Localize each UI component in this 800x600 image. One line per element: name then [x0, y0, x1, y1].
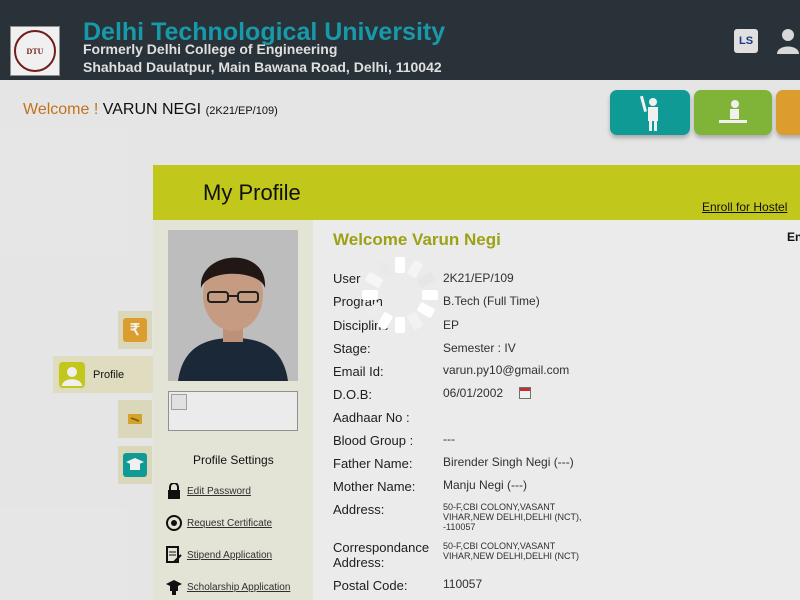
sidenav-fees[interactable]: ₹ — [118, 311, 152, 349]
field-value-mother-name: Manju Negi (---) — [443, 478, 528, 492]
sidenav-profile-label: Profile — [93, 368, 125, 381]
lock-icon — [165, 482, 183, 500]
ls-badge-icon[interactable]: LS — [734, 29, 758, 53]
flag-icon — [128, 414, 142, 424]
field-label-aadhaar: Aadhaar No : — [333, 410, 410, 425]
stipend-application-link[interactable]: Stipend Application — [165, 544, 272, 566]
university-address: Shahbad Daulatpur, Main Bawana Road, Del… — [83, 59, 442, 75]
scholarship-application-label: Scholarship Application — [187, 581, 291, 593]
field-label-user: User — [333, 271, 361, 286]
field-value-father-name: Birender Singh Negi (---) — [443, 455, 574, 469]
raise-hand-icon — [639, 95, 658, 131]
field-label-email: Email Id: — [333, 364, 384, 379]
field-label-stage: Stage: — [333, 341, 371, 356]
field-value-postal-code: 110057 — [443, 577, 483, 591]
field-value-dob: 06/01/2002 — [443, 386, 504, 400]
correspondence-label-line-1: Correspondance — [333, 540, 430, 555]
ls-badge-text: LS — [738, 35, 754, 47]
logo-text: DTU — [26, 46, 44, 56]
student-desk-icon — [719, 99, 747, 123]
welcome-prefix: Welcome ! — [23, 101, 99, 118]
user-account-icon[interactable] — [776, 26, 800, 54]
calendar-icon[interactable] — [519, 387, 531, 399]
graduation-cap-icon — [165, 578, 183, 596]
university-logo[interactable]: DTU — [10, 26, 60, 76]
field-value-program: B.Tech (Full Time) — [443, 294, 540, 308]
field-value-blood-group: --- — [443, 432, 455, 446]
field-label-father-name: Father Name: — [333, 456, 413, 471]
edit-password-label: Edit Password — [187, 485, 251, 497]
top-header: DTU Delhi Technological University Forme… — [0, 0, 800, 80]
logo-seal: DTU — [14, 30, 56, 72]
field-label-address: Address: — [333, 502, 385, 517]
field-value-correspondence: 50-F,CBI COLONY,VASANT VIHAR,NEW DELHI,D… — [443, 541, 579, 561]
tile-student-desk[interactable] — [694, 90, 772, 135]
field-label-dob: D.O.B: — [333, 387, 373, 402]
sidenav-academics[interactable] — [118, 446, 152, 484]
field-label-mother-name: Mother Name: — [333, 479, 416, 494]
portrait-image — [168, 230, 298, 381]
profile-greeting: Welcome Varun Negi — [333, 230, 501, 249]
broken-image-icon — [171, 394, 187, 410]
address-line-1: 50-F,CBI COLONY,VASANT — [443, 502, 556, 512]
enroll-hostel-link[interactable]: Enroll for Hostel — [702, 200, 787, 214]
sidenav-notices[interactable] — [118, 400, 152, 438]
field-value-stage: Semester : IV — [443, 341, 516, 355]
signature-image — [168, 391, 298, 431]
stipend-application-label: Stipend Application — [187, 549, 273, 561]
student-name: VARUN NEGI — [102, 101, 202, 118]
truncated-right-text: En — [787, 230, 800, 244]
scholarship-application-link[interactable]: Scholarship Application — [165, 576, 290, 598]
request-certificate-label: Request Certificate — [187, 517, 273, 529]
field-value-address: 50-F,CBI COLONY,VASANT VIHAR,NEW DELHI,D… — [443, 502, 582, 532]
field-value-user: 2K21/EP/109 — [443, 271, 514, 285]
address-line-2: VIHAR,NEW DELHI,DELHI (NCT), — [443, 512, 582, 522]
university-subtitle: Formerly Delhi College of Engineering — [83, 41, 338, 57]
field-label-blood-group: Blood Group : — [333, 433, 414, 448]
profile-settings-title: Profile Settings — [193, 453, 274, 467]
student-roll: (2K21/EP/109) — [205, 105, 278, 117]
address-line-3: -110057 — [443, 522, 476, 532]
student-photo — [168, 230, 298, 381]
field-value-discipline: EP — [443, 318, 460, 332]
tile-student-raise-hand[interactable] — [610, 90, 690, 135]
loading-spinner-icon — [362, 257, 438, 333]
page-title: My Profile — [203, 180, 301, 205]
rupee-icon: ₹ — [123, 318, 147, 342]
academic-cap-icon — [123, 453, 147, 477]
document-edit-icon — [165, 546, 183, 564]
welcome-line: Welcome ! VARUN NEGI (2K21/EP/109) — [23, 101, 278, 119]
correspondence-line-2: VIHAR,NEW DELHI,DELHI (NCT) — [443, 551, 580, 561]
correspondence-label-line-2: Address: — [333, 555, 385, 570]
request-certificate-link[interactable]: Request Certificate — [165, 512, 272, 534]
profile-user-icon — [59, 361, 85, 388]
sidenav-profile[interactable]: Profile — [53, 356, 153, 393]
field-value-email: varun.py10@gmail.com — [443, 363, 570, 377]
correspondence-line-1: 50-F,CBI COLONY,VASANT — [443, 541, 556, 551]
certificate-icon — [165, 514, 183, 532]
field-label-postal-code: Postal Code: — [333, 578, 408, 593]
edit-password-link[interactable]: Edit Password — [165, 480, 251, 502]
tile-more[interactable] — [776, 90, 800, 135]
field-label-correspondence: Correspondance Address: — [333, 540, 429, 570]
